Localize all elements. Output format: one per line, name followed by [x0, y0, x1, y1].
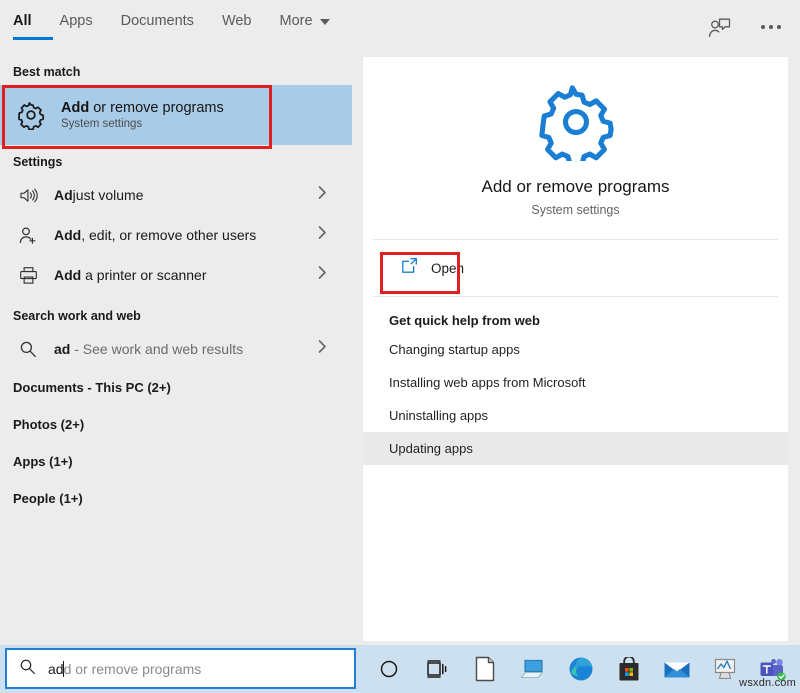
result-adjust-volume[interactable]: Adjust volume: [0, 175, 352, 215]
help-item-label: Uninstalling apps: [389, 408, 488, 423]
search-header: All Apps Documents Web More: [0, 0, 800, 55]
tab-web-label: Web: [222, 13, 252, 29]
category-documents-label: Documents - This PC (2+): [13, 380, 171, 395]
preview-actions: Open: [363, 240, 788, 296]
open-button[interactable]: Open: [387, 249, 478, 287]
search-icon: [19, 658, 36, 680]
adjust-volume-rest: just volume: [73, 187, 144, 203]
preview-title: Add or remove programs: [363, 177, 788, 197]
tab-more-label: More: [280, 13, 313, 29]
printer-icon: [13, 266, 43, 285]
volume-icon: [13, 187, 43, 204]
result-add-edit-remove-users[interactable]: Add, edit, or remove other users: [0, 215, 352, 255]
category-people[interactable]: People (1+): [0, 480, 357, 517]
help-item-changing-startup-apps[interactable]: Changing startup apps: [363, 333, 788, 366]
best-match-subtitle: System settings: [61, 118, 224, 130]
result-add-users-label: Add, edit, or remove other users: [54, 227, 256, 243]
best-match-text: Add or remove programs System settings: [61, 100, 224, 130]
preview-subtitle: System settings: [363, 203, 788, 217]
tab-apps[interactable]: Apps: [60, 13, 93, 40]
header-actions: [706, 14, 784, 40]
tab-documents-label: Documents: [121, 13, 194, 29]
chevron-down-icon: [320, 19, 330, 25]
task-view-icon[interactable]: [413, 645, 461, 693]
best-match-title-rest: or remove programs: [89, 100, 224, 116]
help-item-label: Changing startup apps: [389, 342, 520, 357]
chevron-right-icon[interactable]: [318, 340, 327, 359]
tab-all-label: All: [13, 13, 32, 29]
chevron-right-icon[interactable]: [318, 266, 327, 285]
search-suggestion-suffix: d or remove programs: [64, 661, 202, 677]
gear-icon: [363, 83, 788, 161]
chevron-right-icon[interactable]: [318, 186, 327, 205]
tab-all[interactable]: All: [13, 13, 32, 40]
result-web-search-label: ad - See work and web results: [54, 341, 243, 357]
best-match-title-bold: Add: [61, 100, 89, 116]
add-users-bold: Add: [54, 227, 81, 243]
category-apps[interactable]: Apps (1+): [0, 443, 357, 480]
add-user-icon: [13, 226, 43, 245]
category-documents[interactable]: Documents - This PC (2+): [0, 369, 357, 406]
result-web-search[interactable]: ad - See work and web results: [0, 329, 352, 369]
search-typed-value: ad: [48, 661, 64, 677]
category-people-label: People (1+): [13, 491, 83, 506]
search-filter-tabs: All Apps Documents Web More: [13, 13, 358, 40]
taskbar-tray: [365, 645, 797, 693]
adjust-volume-bold: Ad: [54, 187, 73, 203]
web-search-hint: - See work and web results: [70, 341, 243, 357]
preview-header: Add or remove programs System settings: [363, 57, 788, 239]
mail-icon[interactable]: [653, 645, 701, 693]
help-item-label: Updating apps: [389, 441, 473, 456]
best-match-section: Add or remove programs System settings: [0, 85, 357, 145]
open-external-icon: [401, 257, 418, 279]
help-item-installing-web-apps[interactable]: Installing web apps from Microsoft: [363, 366, 788, 399]
search-input[interactable]: add or remove programs: [5, 648, 356, 689]
remote-desktop-icon[interactable]: [509, 645, 557, 693]
result-add-printer-label: Add a printer or scanner: [54, 267, 207, 283]
best-match-title: Add or remove programs: [61, 100, 224, 116]
web-search-query: ad: [54, 341, 70, 357]
search-input-text: add or remove programs: [48, 661, 201, 677]
category-apps-label: Apps (1+): [13, 454, 73, 469]
category-photos-label: Photos (2+): [13, 417, 84, 432]
results-list-panel: Best match Add or remove programs System…: [0, 55, 357, 645]
tab-documents[interactable]: Documents: [121, 13, 194, 40]
gear-icon: [13, 100, 49, 130]
preview-panel: Add or remove programs System settings O…: [363, 57, 788, 641]
person-feedback-icon[interactable]: [706, 14, 732, 40]
document-icon[interactable]: [461, 645, 509, 693]
windows-search-screen: All Apps Documents Web More: [0, 0, 800, 693]
result-add-printer-or-scanner[interactable]: Add a printer or scanner: [0, 255, 352, 295]
open-button-label: Open: [431, 261, 464, 276]
tab-apps-label: Apps: [60, 13, 93, 29]
quick-help-heading: Get quick help from web: [363, 297, 788, 333]
search-work-and-web-heading: Search work and web: [0, 295, 357, 329]
help-item-label: Installing web apps from Microsoft: [389, 375, 586, 390]
ellipsis-icon[interactable]: [758, 14, 784, 40]
add-users-rest: , edit, or remove other users: [81, 227, 256, 243]
tab-more[interactable]: More: [280, 13, 330, 40]
best-match-heading: Best match: [0, 55, 357, 85]
settings-heading: Settings: [0, 145, 357, 175]
result-add-or-remove-programs[interactable]: Add or remove programs System settings: [0, 85, 352, 145]
chevron-right-icon[interactable]: [318, 226, 327, 245]
taskbar: add or remove programs: [0, 645, 800, 693]
result-adjust-volume-label: Adjust volume: [54, 187, 143, 203]
category-photos[interactable]: Photos (2+): [0, 406, 357, 443]
microsoft-store-icon[interactable]: [605, 645, 653, 693]
help-item-uninstalling-apps[interactable]: Uninstalling apps: [363, 399, 788, 432]
watermark: wsxdn.com: [739, 677, 796, 689]
help-item-updating-apps[interactable]: Updating apps: [363, 432, 788, 465]
search-icon: [13, 340, 43, 358]
add-printer-rest: a printer or scanner: [81, 267, 206, 283]
add-printer-bold: Add: [54, 267, 81, 283]
tab-web[interactable]: Web: [222, 13, 252, 40]
cortana-icon[interactable]: [365, 645, 413, 693]
edge-browser-icon[interactable]: [557, 645, 605, 693]
